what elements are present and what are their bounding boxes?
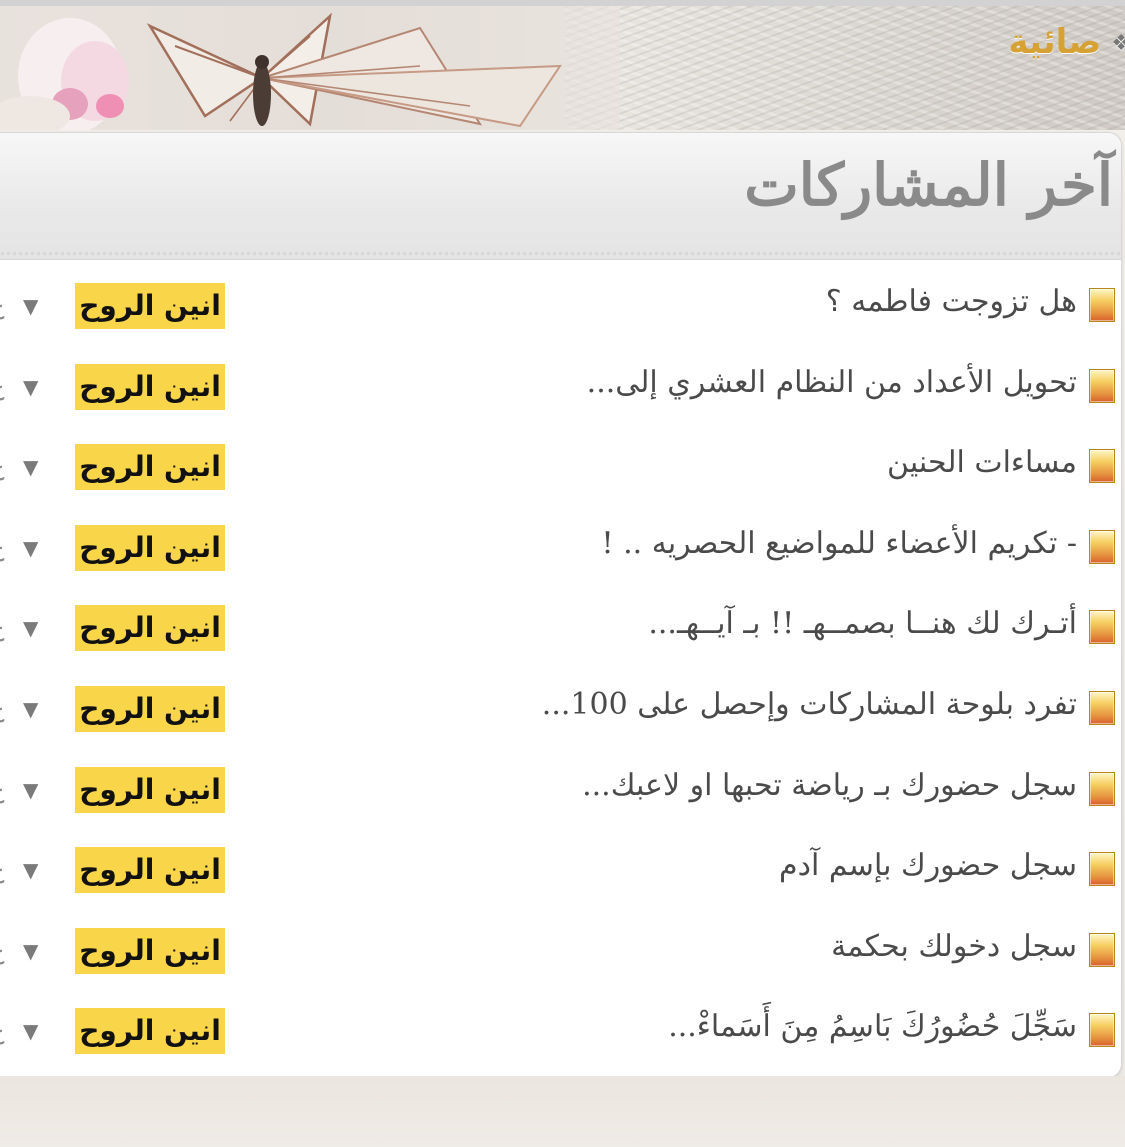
clipped-edge-glyph: ع [0, 693, 5, 723]
latest-posts-panel: آخر المشاركات هل تزوجت فاطمه ؟ انين الروح… [0, 132, 1122, 1078]
post-author-link[interactable]: انين الروح [75, 444, 225, 490]
post-author-link[interactable]: انين الروح [75, 605, 225, 651]
post-topic-link[interactable]: - تكريم الأعضاء للمواضيع الحصريه .. ! [602, 522, 1077, 566]
post-row: سجل حضورك بإسم آدم انين الروح ▼ ع [0, 830, 1121, 910]
clipped-edge-glyph: ع [0, 1015, 5, 1045]
topic-bullet-icon [1089, 933, 1115, 967]
post-author-link[interactable]: انين الروح [75, 1008, 225, 1054]
page-footer-band [0, 1076, 1125, 1147]
topic-bullet-icon [1089, 610, 1115, 644]
post-author-link[interactable]: انين الروح [75, 364, 225, 410]
post-topic-link[interactable]: سجل دخولك بحكمة [831, 925, 1077, 969]
banner-title-text: صائية [1008, 22, 1102, 62]
post-author-link[interactable]: انين الروح [75, 767, 225, 813]
butterfly-flower-graphic [0, 6, 620, 130]
forum-banner: ❖ صائية [0, 0, 1125, 130]
dropdown-arrow-icon[interactable]: ▼ [23, 1018, 38, 1044]
clipped-edge-glyph: ع [0, 290, 5, 320]
dropdown-arrow-icon[interactable]: ▼ [23, 857, 38, 883]
clipped-edge-glyph: ع [0, 612, 5, 642]
page: ❖ صائية آخر المشاركات هل تزوجت فاطمه ؟ اني… [0, 0, 1125, 1147]
panel-header: آخر المشاركات [0, 133, 1121, 260]
panel-title: آخر المشاركات [744, 151, 1113, 219]
dropdown-arrow-icon[interactable]: ▼ [23, 938, 38, 964]
clipped-edge-glyph: ع [0, 935, 5, 965]
post-topic-link[interactable]: سجل حضورك بـ رياضة تحبها او لاعبك... [582, 764, 1077, 808]
topic-bullet-icon [1089, 530, 1115, 564]
post-row: أتـرك لك هنــا بصمــهـ !! بـ آيــهـ... ان… [0, 588, 1121, 668]
clipped-edge-glyph: ع [0, 774, 5, 804]
dropdown-arrow-icon[interactable]: ▼ [23, 696, 38, 722]
dropdown-arrow-icon[interactable]: ▼ [23, 777, 38, 803]
post-author-link[interactable]: انين الروح [75, 283, 225, 329]
post-row: سجل دخولك بحكمة انين الروح ▼ ع [0, 911, 1121, 991]
post-author-link[interactable]: انين الروح [75, 686, 225, 732]
post-row: سَجِّلَ حُضُورُكَ بَاسِمُ مِنَ أَسَماءْ.… [0, 991, 1121, 1071]
post-topic-link[interactable]: تفرد بلوحة المشاركات وإحصل على 100... [542, 683, 1077, 727]
post-topic-link[interactable]: هل تزوجت فاطمه ؟ [826, 280, 1077, 324]
clipped-edge-glyph: ع [0, 371, 5, 401]
post-row: تفرد بلوحة المشاركات وإحصل على 100... اني… [0, 669, 1121, 749]
clipped-edge-glyph: ع [0, 532, 5, 562]
topic-bullet-icon [1089, 1013, 1115, 1047]
clipped-edge-glyph: ع [0, 451, 5, 481]
post-topic-link[interactable]: مساءات الحنين [887, 441, 1077, 485]
clipped-edge-glyph: ع [0, 854, 5, 884]
topic-bullet-icon [1089, 449, 1115, 483]
post-row: - تكريم الأعضاء للمواضيع الحصريه .. ! اني… [0, 508, 1121, 588]
banner-section-title: ❖ صائية [1008, 22, 1125, 62]
dropdown-arrow-icon[interactable]: ▼ [23, 374, 38, 400]
topic-bullet-icon [1089, 288, 1115, 322]
post-topic-link[interactable]: سجل حضورك بإسم آدم [779, 844, 1077, 888]
dropdown-arrow-icon[interactable]: ▼ [23, 454, 38, 480]
post-author-link[interactable]: انين الروح [75, 928, 225, 974]
post-row: هل تزوجت فاطمه ؟ انين الروح ▼ ع [0, 266, 1121, 346]
topic-bullet-icon [1089, 772, 1115, 806]
post-topic-link[interactable]: أتـرك لك هنــا بصمــهـ !! بـ آيــهـ... [648, 602, 1077, 646]
dropdown-arrow-icon[interactable]: ▼ [23, 293, 38, 319]
post-topic-link[interactable]: سَجِّلَ حُضُورُكَ بَاسِمُ مِنَ أَسَماءْ.… [668, 1005, 1077, 1049]
post-topic-link[interactable]: تحويل الأعداد من النظام العشري إلى... [587, 361, 1077, 405]
dropdown-arrow-icon[interactable]: ▼ [23, 615, 38, 641]
post-row: تحويل الأعداد من النظام العشري إلى... اني… [0, 347, 1121, 427]
post-author-link[interactable]: انين الروح [75, 847, 225, 893]
post-author-link[interactable]: انين الروح [75, 525, 225, 571]
topic-bullet-icon [1089, 691, 1115, 725]
topic-bullet-icon [1089, 369, 1115, 403]
topic-bullet-icon [1089, 852, 1115, 886]
post-row: سجل حضورك بـ رياضة تحبها او لاعبك... انين… [0, 750, 1121, 830]
dropdown-arrow-icon[interactable]: ▼ [23, 535, 38, 561]
banner-ornament-icon: ❖ [1111, 31, 1125, 56]
post-row: مساءات الحنين انين الروح ▼ ع [0, 427, 1121, 507]
